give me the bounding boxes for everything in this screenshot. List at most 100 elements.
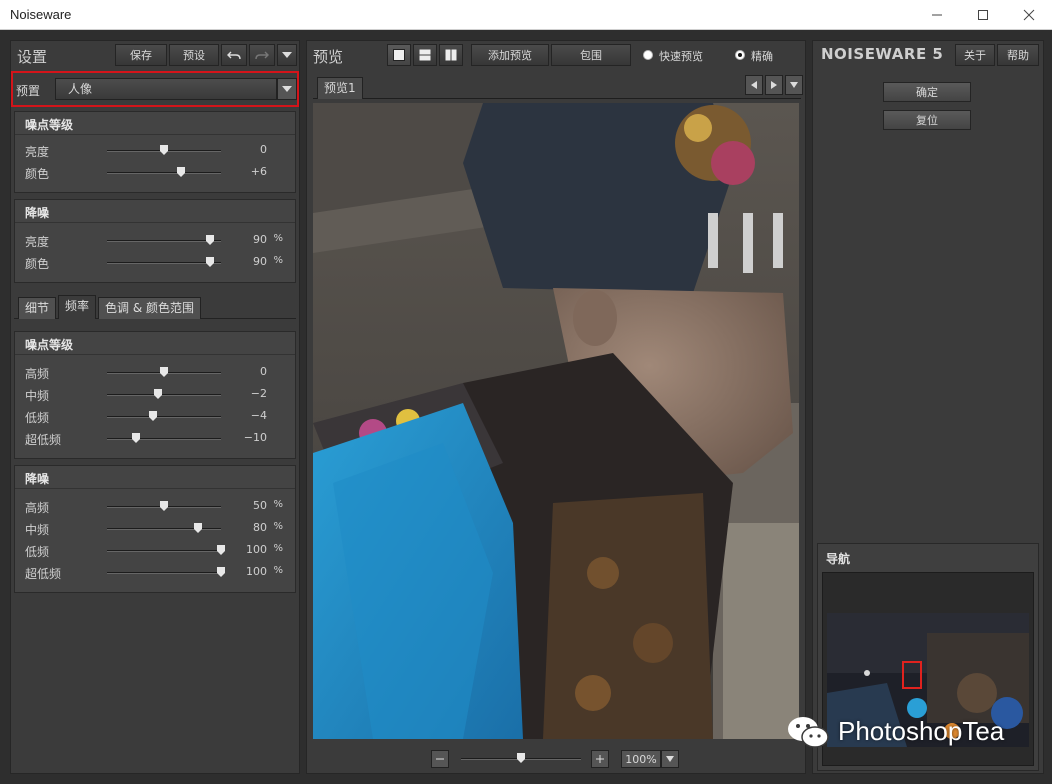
ok-button[interactable]: 确定 bbox=[883, 82, 971, 102]
slider-label: 中频 bbox=[25, 389, 50, 403]
preset-dropdown-button[interactable] bbox=[277, 78, 297, 100]
fast-preview-radio[interactable] bbox=[643, 50, 653, 60]
split-horizontal-icon bbox=[419, 49, 431, 61]
redo-icon bbox=[255, 51, 269, 60]
group-title: 降噪 bbox=[25, 472, 50, 486]
accurate-label: 精确 bbox=[751, 50, 773, 63]
maximize-icon bbox=[978, 10, 988, 20]
slider-track[interactable] bbox=[107, 433, 221, 443]
redo-button[interactable] bbox=[249, 44, 275, 66]
slider-thumb[interactable] bbox=[160, 145, 168, 155]
navigator-viewport-box[interactable] bbox=[902, 661, 922, 689]
tab-frequency[interactable]: 频率 bbox=[58, 295, 97, 319]
bracket-button[interactable]: 包围 bbox=[551, 44, 631, 66]
slider-thumb[interactable] bbox=[132, 433, 140, 443]
tab-prev-button[interactable] bbox=[745, 75, 763, 95]
slider-thumb[interactable] bbox=[177, 167, 185, 177]
zoom-level-select[interactable]: 100% bbox=[621, 750, 661, 768]
app-brand: NOISEWARE 5 bbox=[821, 45, 944, 63]
slider-thumb[interactable] bbox=[217, 545, 225, 555]
slider-label: 高频 bbox=[25, 367, 50, 381]
slider-thumb[interactable] bbox=[149, 411, 157, 421]
slider-value: −2 bbox=[250, 387, 267, 400]
watermark-text: PhotoshopTea bbox=[838, 716, 1005, 746]
about-button[interactable]: 关于 bbox=[955, 44, 995, 66]
slider-track[interactable] bbox=[107, 167, 221, 177]
preset-button[interactable]: 预设 bbox=[169, 44, 219, 66]
wechat-icon bbox=[788, 717, 829, 748]
slider-thumb[interactable] bbox=[154, 389, 162, 399]
slider-value: 90 bbox=[253, 255, 267, 268]
watermark: PhotoshopTea bbox=[786, 712, 1036, 752]
slider-row: 超低频 −10 bbox=[15, 428, 295, 448]
preview-image[interactable] bbox=[313, 103, 799, 739]
frequency-noise-reduction-group: 降噪 高频 50 % 中频 80 % 低频 100 % 超低频 100 % bbox=[14, 465, 296, 593]
split-vertical-button[interactable] bbox=[439, 44, 463, 66]
slider-track[interactable] bbox=[107, 411, 221, 421]
split-vertical-icon bbox=[445, 49, 457, 61]
zoom-out-button[interactable] bbox=[431, 750, 449, 768]
zoom-slider[interactable] bbox=[461, 753, 581, 763]
accurate-radio[interactable] bbox=[735, 50, 745, 60]
reset-button[interactable]: 复位 bbox=[883, 110, 971, 130]
close-icon bbox=[1023, 9, 1035, 21]
divider bbox=[15, 134, 295, 135]
slider-track[interactable] bbox=[107, 367, 221, 377]
slider-track[interactable] bbox=[107, 567, 225, 577]
undo-icon bbox=[227, 51, 241, 60]
chevron-down-icon bbox=[666, 756, 674, 762]
help-button[interactable]: 帮助 bbox=[997, 44, 1039, 66]
single-view-button[interactable] bbox=[387, 44, 411, 66]
undo-button[interactable] bbox=[221, 44, 247, 66]
slider-value: 0 bbox=[260, 143, 267, 156]
group-title: 噪点等级 bbox=[25, 118, 74, 132]
close-button[interactable] bbox=[1006, 0, 1052, 30]
tab-detail[interactable]: 细节 bbox=[18, 297, 57, 319]
add-preview-button[interactable]: 添加预览 bbox=[471, 44, 549, 66]
slider-thumb[interactable] bbox=[217, 567, 225, 577]
maximize-button[interactable] bbox=[960, 0, 1006, 30]
slider-value: 100 bbox=[246, 565, 267, 578]
slider-thumb[interactable] bbox=[194, 523, 202, 533]
chevron-down-icon bbox=[790, 82, 798, 88]
slider-track[interactable] bbox=[107, 257, 221, 267]
slider-unit: % bbox=[273, 499, 283, 510]
slider-label: 超低频 bbox=[25, 433, 62, 447]
zoom-dropdown-button[interactable] bbox=[661, 750, 679, 768]
slider-thumb[interactable] bbox=[160, 367, 168, 377]
zoom-slider-thumb[interactable] bbox=[517, 753, 525, 763]
info-panel: NOISEWARE 5 关于 帮助 确定 复位 导航 bbox=[812, 40, 1044, 774]
slider-track[interactable] bbox=[107, 523, 221, 533]
navigator-title: 导航 bbox=[826, 552, 851, 566]
tab-menu-button[interactable] bbox=[785, 75, 803, 95]
slider-thumb[interactable] bbox=[206, 235, 214, 245]
slider-thumb[interactable] bbox=[206, 257, 214, 267]
divider bbox=[15, 222, 295, 223]
settings-menu-button[interactable] bbox=[277, 44, 297, 66]
group-title: 噪点等级 bbox=[25, 338, 74, 352]
slider-row: 亮度 90 % bbox=[15, 230, 295, 250]
preset-select[interactable]: 人像 bbox=[55, 78, 277, 100]
preview-panel: 预览 添加预览 包围 快速预览 精确 预览1 100% bbox=[306, 40, 806, 774]
slider-track[interactable] bbox=[107, 389, 221, 399]
minimize-icon bbox=[932, 14, 942, 16]
divider bbox=[15, 354, 295, 355]
tab-tone-color-range[interactable]: 色调 & 颜色范围 bbox=[98, 297, 201, 319]
slider-track[interactable] bbox=[107, 235, 221, 245]
slider-label: 低频 bbox=[25, 545, 50, 559]
save-button[interactable]: 保存 bbox=[115, 44, 167, 66]
slider-track[interactable] bbox=[107, 145, 221, 155]
slider-thumb[interactable] bbox=[160, 501, 168, 511]
slider-track[interactable] bbox=[107, 501, 221, 511]
tab-preview-1[interactable]: 预览1 bbox=[317, 77, 363, 99]
slider-row: 高频 50 % bbox=[15, 496, 295, 516]
tab-next-button[interactable] bbox=[765, 75, 783, 95]
preset-row: 预置 人像 bbox=[11, 71, 299, 107]
chevron-left-icon bbox=[751, 81, 757, 89]
slider-track[interactable] bbox=[107, 545, 225, 555]
minimize-button[interactable] bbox=[914, 0, 960, 30]
zoom-in-button[interactable] bbox=[591, 750, 609, 768]
slider-unit: % bbox=[273, 521, 283, 532]
slider-row: 低频 100 % bbox=[15, 540, 295, 560]
split-horizontal-button[interactable] bbox=[413, 44, 437, 66]
